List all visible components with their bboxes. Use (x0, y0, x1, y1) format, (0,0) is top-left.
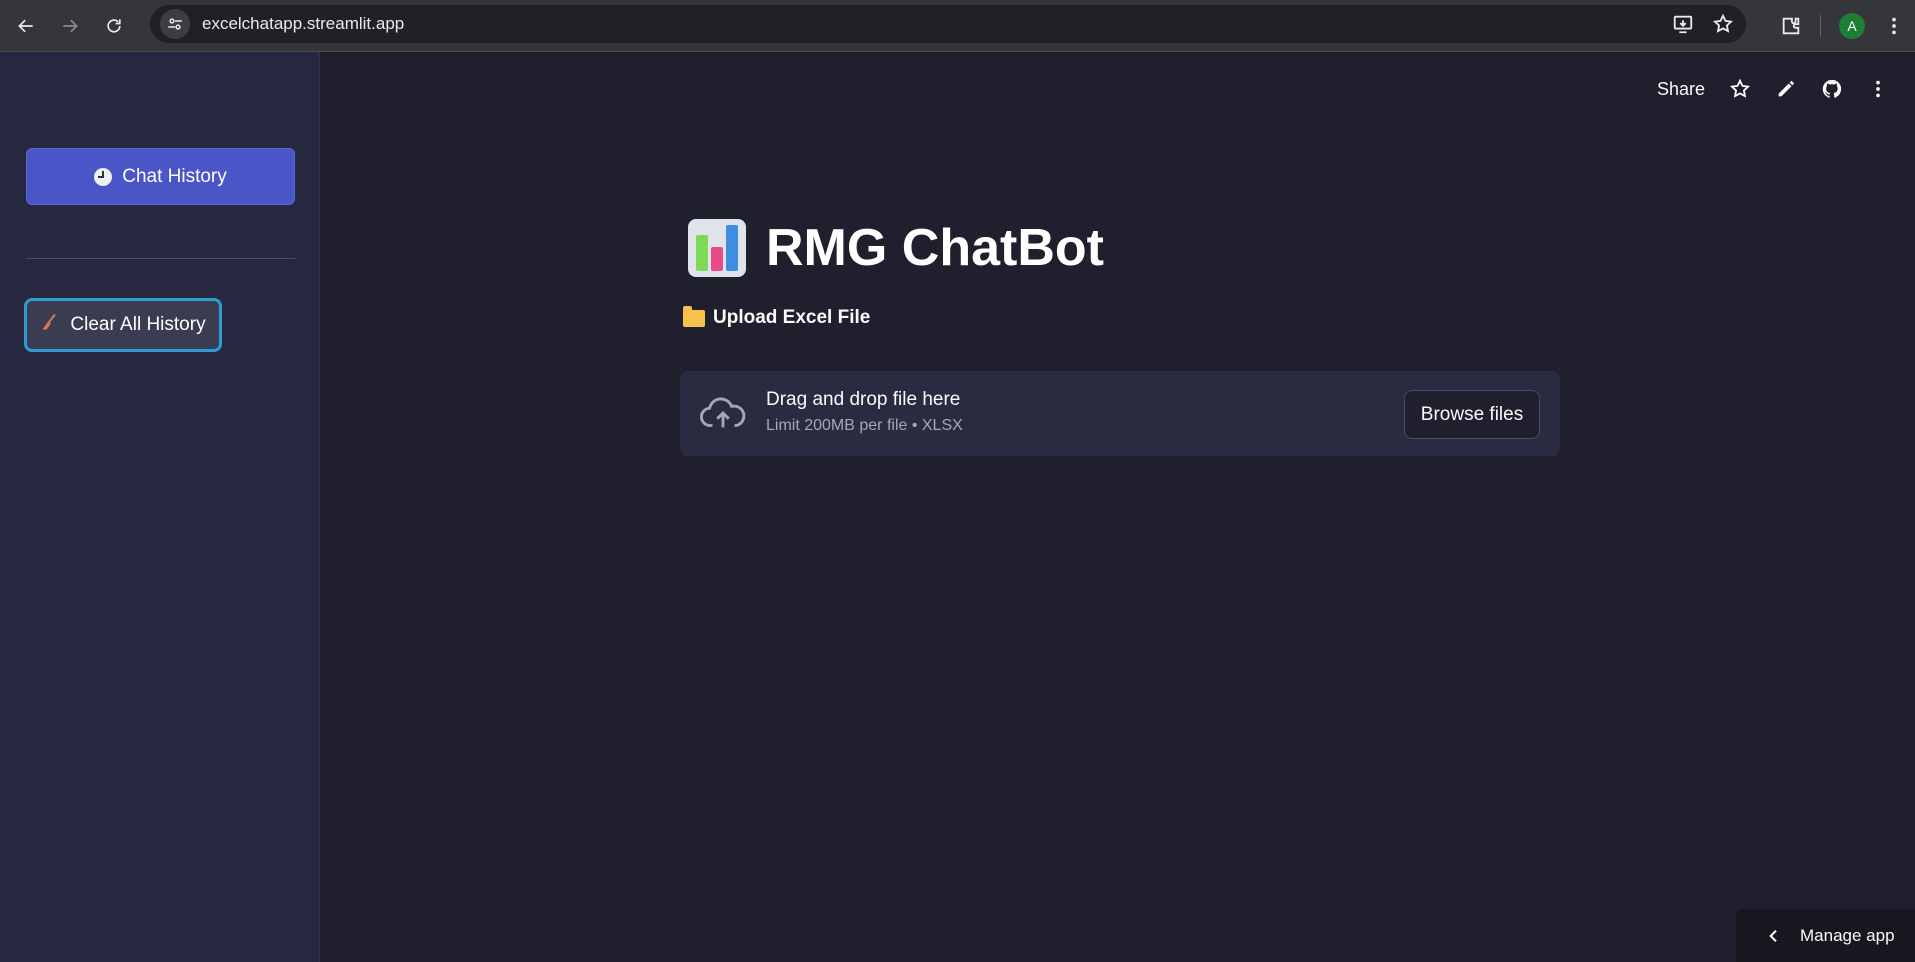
star-icon[interactable] (1729, 78, 1751, 100)
back-button[interactable] (8, 8, 44, 44)
sidebar: Chat History Clear All History (0, 52, 320, 962)
tune-icon (168, 18, 182, 30)
bookmark-star-icon[interactable] (1712, 13, 1734, 35)
chevron-left-icon (1769, 929, 1777, 942)
dropzone-instructions: Drag and drop file here Limit 200MB per … (766, 389, 963, 435)
arrow-right-icon (63, 19, 78, 32)
page-title: RMG ChatBot (766, 219, 1104, 277)
profile-avatar[interactable]: A (1839, 13, 1865, 39)
clear-history-button[interactable]: Clear All History (24, 298, 222, 352)
upload-section-label: Upload Excel File (683, 305, 871, 329)
more-options-icon[interactable] (1867, 78, 1889, 100)
address-bar[interactable]: excelchatapp.streamlit.app (150, 5, 1746, 43)
reload-icon (107, 18, 121, 33)
reload-button[interactable] (96, 8, 132, 44)
edit-pencil-icon[interactable] (1775, 78, 1797, 100)
clock-icon (94, 167, 113, 186)
dropzone-title: Drag and drop file here (766, 389, 961, 410)
bar-chart-icon (688, 219, 746, 277)
forward-button[interactable] (52, 8, 88, 44)
cloud-upload-icon (700, 394, 746, 439)
browser-menu-icon[interactable] (1883, 15, 1905, 37)
github-icon[interactable] (1821, 78, 1843, 100)
url-text: excelchatapp.streamlit.app (202, 14, 405, 33)
browse-files-button[interactable]: Browse files (1404, 390, 1540, 439)
install-app-icon[interactable] (1672, 13, 1694, 35)
folder-icon (683, 305, 705, 327)
browser-toolbar: excelchatapp.streamlit.app A (0, 0, 1915, 52)
chat-history-label: Chat History (122, 165, 227, 187)
manage-app-button[interactable]: Manage app (1736, 909, 1915, 962)
file-dropzone[interactable]: Drag and drop file here Limit 200MB per … (680, 371, 1560, 456)
broom-icon (40, 312, 60, 338)
arrow-left-icon (18, 19, 33, 32)
app-toolbar: Share (1657, 78, 1889, 100)
share-button[interactable]: Share (1657, 79, 1705, 100)
dropzone-subtitle: Limit 200MB per file • XLSX (766, 417, 963, 434)
manage-app-label: Manage app (1800, 925, 1895, 945)
site-info-button[interactable] (160, 9, 190, 39)
extensions-icon[interactable] (1780, 15, 1802, 37)
chat-history-button[interactable]: Chat History (26, 148, 295, 205)
page-header: RMG ChatBot (688, 218, 1104, 278)
sidebar-divider (26, 258, 295, 259)
upload-label-text: Upload Excel File (713, 307, 871, 328)
clear-history-label: Clear All History (70, 314, 206, 335)
toolbar-separator (1820, 15, 1821, 37)
